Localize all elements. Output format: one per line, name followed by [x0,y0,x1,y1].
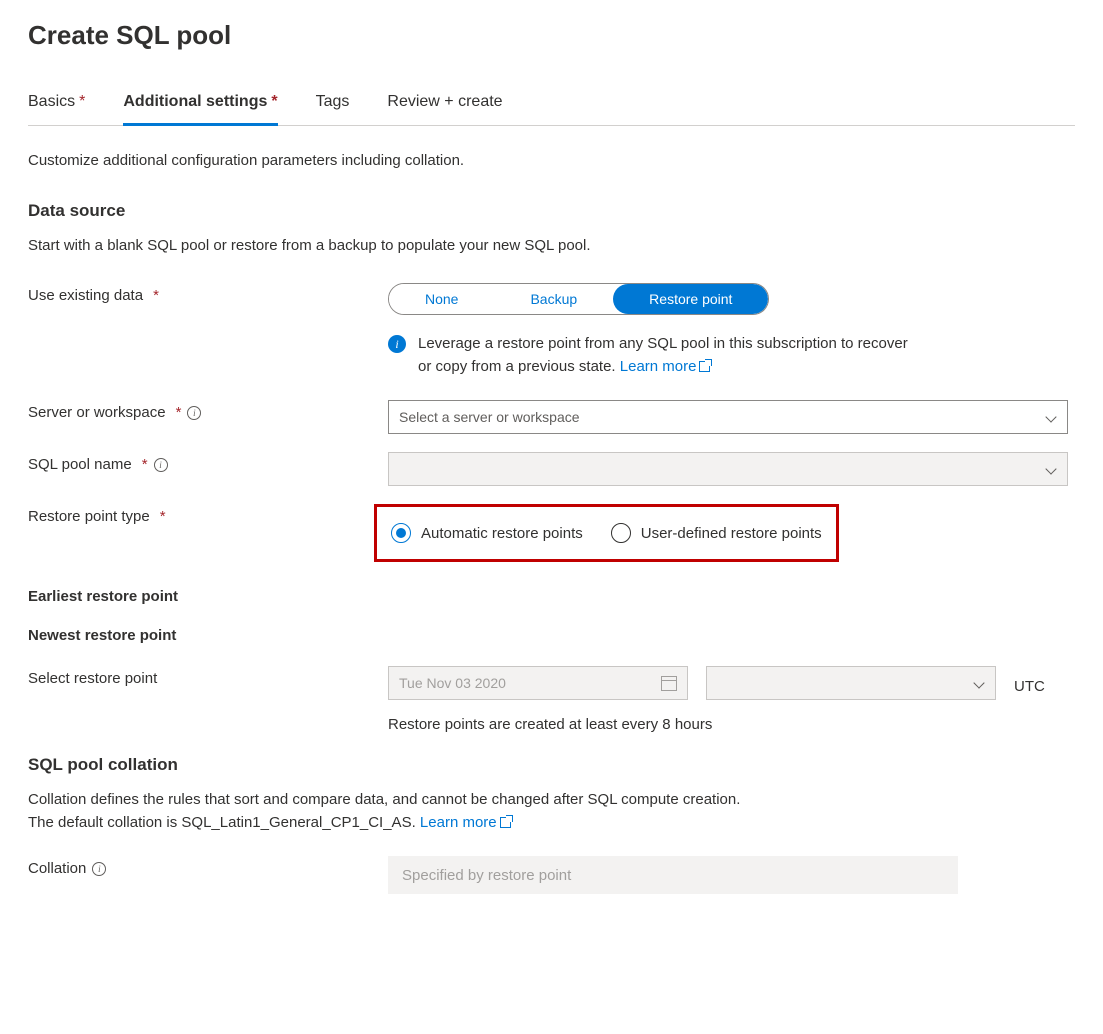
learn-more-link[interactable]: Learn more [620,358,711,375]
info-icon[interactable]: i [187,406,201,420]
tab-tags[interactable]: Tags [316,85,350,125]
tab-basics[interactable]: Basics* [28,85,85,125]
server-workspace-select[interactable]: Select a server or workspace [388,400,1068,434]
chevron-down-icon [973,677,985,689]
sql-pool-name-label: SQL pool name* i [28,452,388,473]
external-link-icon [699,361,710,372]
radio-user-defined-restore[interactable]: User-defined restore points [611,523,822,543]
info-icon[interactable]: i [154,458,168,472]
info-icon: i [388,335,406,353]
page-title: Create SQL pool [28,20,1075,51]
radio-label: User-defined restore points [641,525,822,542]
required-mark: * [142,456,148,473]
seg-backup[interactable]: Backup [494,284,613,314]
radio-icon [611,523,631,543]
external-link-icon [500,817,511,828]
chevron-down-icon [1045,463,1057,475]
use-existing-data-label: Use existing data* [28,283,388,304]
radio-label: Automatic restore points [421,525,583,542]
collation-description: Collation defines the rules that sort an… [28,789,1075,834]
earliest-restore-label: Earliest restore point [28,584,388,605]
collation-label: Collation i [28,856,388,877]
required-mark: * [153,287,159,304]
radio-automatic-restore[interactable]: Automatic restore points [391,523,583,543]
tab-additional-settings[interactable]: Additional settings* [123,85,277,126]
section-data-source: Data source [28,201,1075,221]
info-banner: i Leverage a restore point from any SQL … [388,333,908,378]
collation-input: Specified by restore point [388,856,958,894]
timezone-label: UTC [1014,672,1045,695]
date-value: Tue Nov 03 2020 [399,675,506,691]
select-placeholder: Select a server or workspace [399,409,580,425]
restore-point-type-label: Restore point type* [28,504,388,525]
section-collation: SQL pool collation [28,755,1075,775]
newest-restore-label: Newest restore point [28,623,388,644]
calendar-icon [661,676,677,691]
tab-review-create[interactable]: Review + create [387,85,502,125]
tab-label: Tags [316,93,350,110]
sql-pool-name-select [388,452,1068,486]
tab-label: Basics [28,93,75,110]
use-existing-data-toggle: None Backup Restore point [388,283,769,315]
info-icon[interactable]: i [92,862,106,876]
chevron-down-icon [1045,411,1057,423]
required-mark: * [176,404,182,421]
restore-helper-text: Restore points are created at least ever… [388,716,1068,733]
restore-type-highlight: Automatic restore points User-defined re… [374,504,839,562]
seg-restore-point[interactable]: Restore point [613,284,768,314]
radio-icon [391,523,411,543]
required-mark: * [271,93,277,110]
restore-date-input: Tue Nov 03 2020 [388,666,688,700]
server-workspace-label: Server or workspace* i [28,400,388,421]
tabs: Basics* Additional settings* Tags Review… [28,85,1075,126]
tab-label: Additional settings [123,93,267,110]
select-restore-point-label: Select restore point [28,666,388,687]
data-source-description: Start with a blank SQL pool or restore f… [28,235,1075,258]
intro-text: Customize additional configuration param… [28,150,1075,173]
required-mark: * [160,508,166,525]
required-mark: * [79,93,85,110]
seg-none[interactable]: None [389,284,494,314]
restore-time-select [706,666,996,700]
collation-learn-more-link[interactable]: Learn more [420,814,511,831]
tab-label: Review + create [387,93,502,110]
